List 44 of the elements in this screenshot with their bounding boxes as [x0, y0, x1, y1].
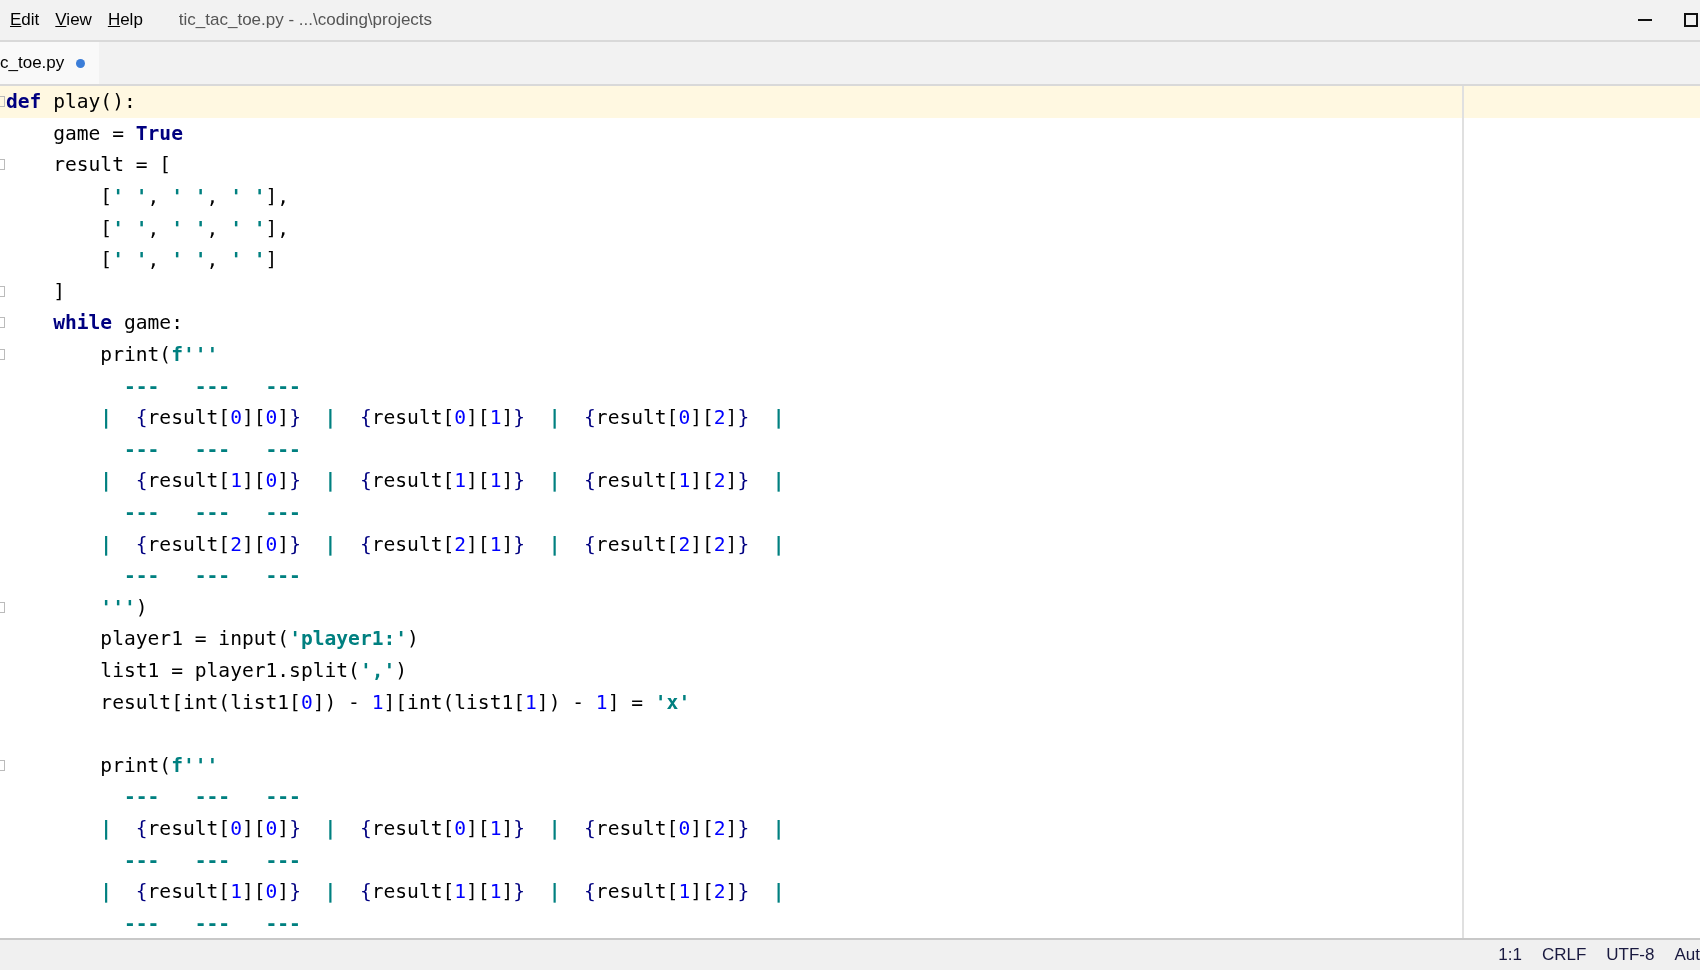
fold-icon[interactable]	[0, 601, 5, 613]
status-item: UTF-8	[1606, 945, 1655, 965]
code-line: game = True	[52, 121, 183, 145]
code-line: [' ', ' ', ' ']	[99, 248, 278, 272]
fold-icon[interactable]	[0, 317, 5, 329]
code-line: def play():	[6, 90, 136, 114]
code-line: list1 = player1.split(',')	[99, 659, 408, 682]
code-line: print(f'''	[99, 753, 219, 777]
menu-item[interactable]: Help	[107, 10, 143, 30]
status-item: CRLF	[1541, 945, 1587, 965]
file-tab[interactable]: c_toe.py	[0, 42, 100, 84]
code-line: --- --- ---	[122, 564, 301, 588]
code-line: --- --- ---	[122, 848, 301, 872]
code-line: | {result[1][0]} | {result[1][1]} | {result[1][2]} |	[99, 469, 785, 493]
minimize-icon	[1638, 19, 1652, 21]
code-line: | {result[0][0]} | {result[0][1]} | {result[0][2]} |	[99, 816, 785, 840]
code-line: | {result[0][0]} | {result[0][1]} | {result[0][2]} |	[99, 406, 785, 430]
code-line: --- --- ---	[122, 501, 301, 524]
code-line: --- --- ---	[122, 374, 301, 398]
menu-item[interactable]: Edit	[10, 10, 40, 30]
code-line: [' ', ' ', ' '],	[99, 185, 290, 209]
code-line: player1 = input('player1:')	[99, 627, 419, 651]
status-item: 1:1	[1498, 945, 1522, 965]
code-line: --- --- ---	[122, 437, 301, 461]
code-line: result[int(list1[0]) - 1][int(list1[1]) - 1] = 'x'	[99, 690, 691, 714]
fold-icon[interactable]	[0, 285, 5, 297]
fold-icon[interactable]	[0, 159, 5, 171]
code-line: while game:	[52, 311, 183, 335]
fold-icon[interactable]	[0, 96, 5, 108]
menu-item[interactable]: View	[55, 10, 92, 30]
code-line: result = [	[52, 153, 172, 177]
code-line: | {result[2][0]} | {result[2][1]} | {result[2][2]} |	[99, 532, 785, 556]
code-line: [' ', ' ', ' '],	[99, 216, 290, 240]
code-line: | {result[1][0]} | {result[1][1]} | {result[1][2]} |	[99, 880, 785, 904]
window-title: tic_tac_toe.py - ...\coding\projects	[178, 10, 434, 30]
code-line: --- --- ---	[122, 911, 301, 935]
code-line: ''')	[99, 595, 148, 619]
code-line: ]	[52, 279, 65, 303]
status-item: Aut	[1674, 945, 1700, 965]
fold-icon[interactable]	[0, 349, 5, 361]
maximize-icon	[1684, 13, 1698, 27]
code-line: print(f'''	[99, 343, 219, 367]
code-line: --- --- ---	[122, 785, 301, 809]
fold-icon[interactable]	[0, 759, 5, 771]
